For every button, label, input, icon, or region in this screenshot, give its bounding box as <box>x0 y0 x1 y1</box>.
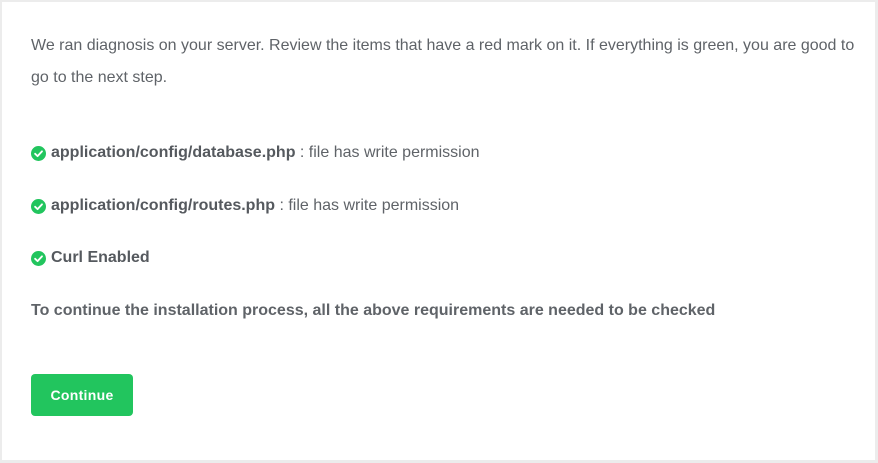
continue-button[interactable]: Continue <box>31 374 133 416</box>
check-circle-icon <box>31 250 46 266</box>
installer-card: We ran diagnosis on your server. Review … <box>2 2 875 460</box>
check-item-name: Curl Enabled <box>51 249 150 266</box>
check-item-name: application/config/routes.php <box>51 197 275 214</box>
requirements-note: To continue the installation process, al… <box>31 302 716 319</box>
check-item-curl: Curl Enabled <box>31 249 150 267</box>
intro-text: We ran diagnosis on your server. Review … <box>31 37 855 86</box>
check-item-description: : file has write permission <box>275 197 460 214</box>
check-item-database-config: application/config/database.php : file h… <box>31 144 480 162</box>
check-circle-icon <box>31 145 46 161</box>
check-item-description: : file has write permission <box>295 144 480 161</box>
check-item-name: application/config/database.php <box>51 144 296 161</box>
check-circle-icon <box>31 198 46 214</box>
check-item-routes-config: application/config/routes.php : file has… <box>31 197 459 215</box>
